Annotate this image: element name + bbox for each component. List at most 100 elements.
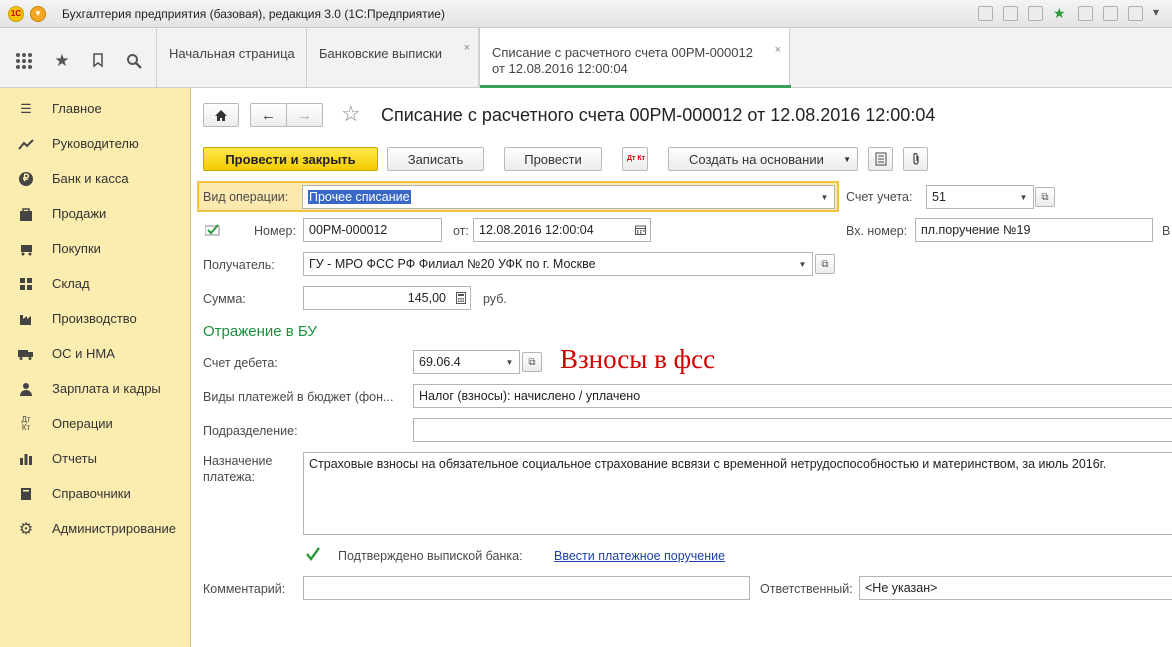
close-icon[interactable]: ×: [464, 42, 470, 54]
post-and-close-button[interactable]: Провести и закрыть: [203, 147, 378, 171]
confirmed-label: Подтверждено выпиской банка:: [338, 549, 523, 563]
app-logo-icon[interactable]: 1С: [8, 6, 24, 22]
tab-label-line1: Списание с расчетного счета 00РМ-000012: [492, 45, 753, 60]
recipient-open-button[interactable]: ⧉: [815, 254, 835, 274]
chart-icon: [0, 452, 52, 466]
department-label: Подразделение:: [203, 424, 298, 438]
coin-icon: ₽: [0, 171, 52, 186]
bag-icon: [0, 207, 52, 221]
save-icon[interactable]: [978, 6, 993, 21]
tab-bar: ★ Начальная страница Банковские выписки …: [0, 28, 1172, 88]
sidebar-item-bank[interactable]: ₽ Банк и касса: [0, 161, 190, 196]
incoming-number-field[interactable]: пл.поручение №19: [915, 218, 1153, 242]
tab-label: Банковские выписки: [319, 46, 443, 61]
responsible-field[interactable]: <Не указан>: [859, 576, 1172, 600]
date-field[interactable]: 12.08.2016 12:00:04: [473, 218, 632, 242]
print-icon[interactable]: [1003, 6, 1018, 21]
create-based-on-label: Создать на основании: [689, 151, 824, 167]
amount-field[interactable]: 145,00: [303, 286, 452, 310]
confirmed-checkbox[interactable]: [305, 546, 320, 561]
sidebar-item-warehouse[interactable]: Склад: [0, 266, 190, 301]
print-report-button[interactable]: [868, 147, 893, 171]
sidebar-item-label: Производство: [52, 311, 137, 326]
favorite-star-icon[interactable]: ☆: [341, 101, 361, 127]
date-label: от:: [453, 224, 469, 238]
sidebar-item-admin[interactable]: ⚙ Администрирование: [0, 511, 190, 546]
gear-icon: ⚙: [18, 520, 34, 538]
annotation-text: Взносы в фсс: [560, 344, 716, 374]
book-icon: [0, 487, 52, 501]
account-field[interactable]: 51: [926, 185, 1015, 209]
account-label: Счет учета:: [846, 190, 913, 204]
sidebar-item-main[interactable]: ☰ Главное: [0, 91, 190, 126]
sidebar-item-salary[interactable]: Зарплата и кадры: [0, 371, 190, 406]
title-bar: 1С ▼ Бухгалтерия предприятия (базовая), …: [0, 0, 1172, 28]
close-icon[interactable]: ×: [775, 42, 781, 58]
sidebar-item-reports[interactable]: Отчеты: [0, 441, 190, 476]
calculator-icon[interactable]: [1128, 6, 1143, 21]
tab-bank-statements[interactable]: Банковские выписки ×: [307, 28, 479, 88]
sidebar-item-label: Руководителю: [52, 136, 139, 151]
apps-grid-icon[interactable]: [12, 50, 36, 72]
debit-account-field[interactable]: 69.06.4: [413, 350, 501, 374]
sidebar-item-operations[interactable]: Дт Кт Операции: [0, 406, 190, 441]
attachments-button[interactable]: [903, 147, 928, 171]
calculator-button[interactable]: [451, 286, 471, 310]
tab-home[interactable]: Начальная страница: [156, 28, 307, 88]
forward-button[interactable]: →: [286, 103, 323, 127]
recipient-dropdown[interactable]: ▼: [793, 252, 813, 276]
number-field[interactable]: 00РМ-000012: [303, 218, 442, 242]
history-icon[interactable]: [1078, 6, 1093, 21]
budget-payment-field[interactable]: Налог (взносы): начислено / уплачено: [413, 384, 1172, 408]
sidebar-item-production[interactable]: Производство: [0, 301, 190, 336]
sidebar-item-purchases[interactable]: Покупки: [0, 231, 190, 266]
sidebar-item-label: Продажи: [52, 206, 107, 221]
create-based-on-button[interactable]: Создать на основании ▼: [668, 147, 858, 171]
enter-payment-order-link[interactable]: Ввести платежное поручение: [554, 549, 725, 563]
debit-account-open-button[interactable]: ⧉: [522, 352, 542, 372]
dt-kt-icon: Дт Кт: [627, 155, 646, 162]
operation-type-field[interactable]: Прочее списание: [302, 185, 816, 209]
account-open-button[interactable]: ⧉: [1035, 187, 1055, 207]
favorites-star-icon[interactable]: ★: [50, 50, 74, 72]
operation-type-dropdown[interactable]: ▼: [815, 185, 835, 209]
report-icon: [875, 152, 886, 166]
window-controls-icon[interactable]: ▾: [1153, 5, 1159, 19]
sidebar-item-sales[interactable]: Продажи: [0, 196, 190, 231]
save-button[interactable]: Записать: [387, 147, 484, 171]
history-icon[interactable]: [86, 50, 110, 72]
factory-icon: [0, 312, 52, 326]
dt-kt-button[interactable]: Дт Кт: [622, 147, 648, 171]
debit-account-dropdown[interactable]: ▼: [500, 350, 520, 374]
favorite-icon[interactable]: ★: [1053, 5, 1066, 22]
main-menu-icon[interactable]: ▼: [30, 6, 46, 22]
post-button[interactable]: Провести: [504, 147, 602, 171]
comment-field[interactable]: [303, 576, 750, 600]
calendar-icon[interactable]: [1103, 6, 1118, 21]
posted-status-icon: [204, 224, 221, 239]
recipient-field[interactable]: ГУ - МРО ФСС РФ Филиал №20 УФК по г. Мос…: [303, 252, 794, 276]
home-icon: [215, 109, 227, 121]
link-icon[interactable]: [1028, 6, 1043, 21]
document-title: Списание с расчетного счета 00РМ-000012 …: [381, 105, 936, 125]
sidebar-item-label: Банк и касса: [52, 171, 129, 186]
back-button[interactable]: ←: [250, 103, 287, 127]
home-button[interactable]: [203, 103, 239, 127]
warehouse-icon: [0, 277, 52, 291]
sidebar-item-label: Главное: [52, 101, 102, 116]
department-field[interactable]: [413, 418, 1172, 442]
number-label: Номер:: [254, 224, 296, 238]
debit-account-label: Счет дебета:: [203, 356, 278, 370]
sidebar-item-references[interactable]: Справочники: [0, 476, 190, 511]
sidebar-item-fixed-assets[interactable]: ОС и НМА: [0, 336, 190, 371]
operation-type-value: Прочее списание: [308, 190, 411, 204]
date-picker-button[interactable]: [631, 218, 651, 242]
purpose-textarea[interactable]: Страховые взносы на обязательное социаль…: [303, 452, 1172, 535]
purpose-label-line1: Назначение: [203, 454, 273, 468]
tab-label: Начальная страница: [169, 46, 295, 61]
tab-document[interactable]: Списание с расчетного счета 00РМ-000012 …: [479, 28, 791, 88]
amount-label: Сумма:: [203, 292, 246, 306]
sidebar-item-manager[interactable]: Руководителю: [0, 126, 190, 161]
account-dropdown[interactable]: ▼: [1014, 185, 1034, 209]
search-icon[interactable]: [122, 50, 146, 72]
